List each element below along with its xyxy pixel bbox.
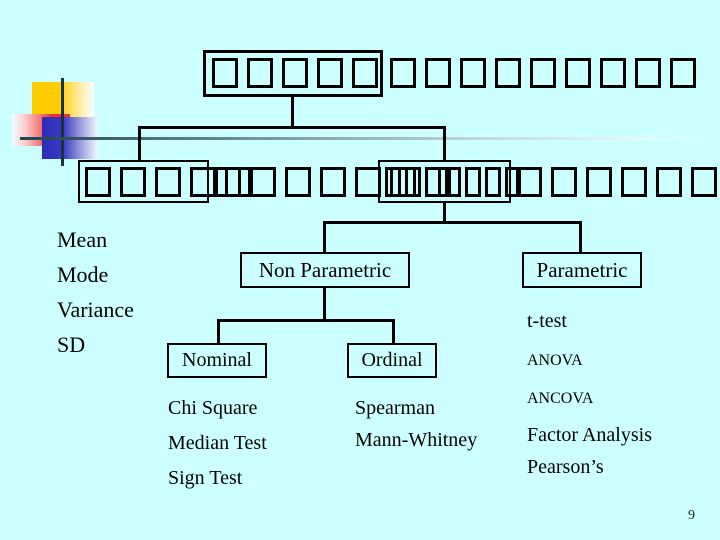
descriptive-stat-sd: SD	[57, 332, 86, 357]
parametric-test-t-test: t-test	[527, 310, 567, 332]
missing-glyph-box	[460, 58, 486, 88]
nominal-test-chi-square: Chi Square	[168, 397, 258, 419]
connector-nominal-drop	[217, 319, 220, 343]
parametric-test-ancova: ANCOVA	[527, 390, 594, 407]
missing-glyph-box	[495, 58, 521, 88]
missing-glyph-box	[670, 58, 696, 88]
missing-glyph-box	[565, 58, 591, 88]
title-trailing-missing-glyph-run	[390, 58, 705, 88]
nominal-label: Nominal	[182, 349, 252, 371]
missing-glyph-box	[385, 167, 401, 197]
missing-glyph-box	[445, 167, 461, 197]
missing-glyph-box	[285, 167, 311, 197]
nominal-box[interactable]: Nominal	[167, 343, 267, 378]
title-box-missing-glyph-run	[212, 58, 387, 88]
connector-level2-bar	[138, 126, 446, 129]
missing-glyph-box	[212, 58, 238, 88]
missing-glyph-box	[250, 167, 276, 197]
missing-glyph-box	[621, 167, 647, 197]
ordinal-label: Ordinal	[361, 349, 423, 371]
missing-glyph-box	[516, 167, 542, 197]
missing-glyph-box	[320, 167, 346, 197]
missing-glyph-box	[691, 167, 717, 197]
level2-right-missing-glyph-run	[385, 167, 525, 197]
connector-ordinal-drop	[392, 319, 395, 343]
connector-level2-right-drop	[443, 126, 446, 161]
connector-title-stem	[291, 97, 294, 126]
descriptive-stat-mode: Mode	[57, 262, 109, 287]
connector-nonparametric-drop	[323, 221, 326, 252]
missing-glyph-box	[530, 58, 556, 88]
missing-glyph-box	[247, 58, 273, 88]
parametric-box[interactable]: Parametric	[522, 252, 642, 288]
missing-glyph-box	[317, 58, 343, 88]
ordinal-test-spearman: Spearman	[355, 397, 435, 419]
descriptive-stat-variance: Variance	[57, 297, 134, 322]
slide-canvas: Mean Mode Variance SD Non Parametric Par…	[0, 0, 720, 540]
connector-nominal-ordinal-bar	[217, 319, 395, 322]
missing-glyph-box	[190, 167, 216, 197]
missing-glyph-box	[635, 58, 661, 88]
missing-glyph-box	[352, 58, 378, 88]
missing-glyph-box	[405, 167, 421, 197]
horizontal-fading-rule	[20, 137, 710, 140]
missing-glyph-box	[656, 167, 682, 197]
non-parametric-box[interactable]: Non Parametric	[240, 252, 410, 288]
missing-glyph-box	[600, 58, 626, 88]
descriptive-stat-mean: Mean	[57, 227, 108, 252]
missing-glyph-box	[485, 167, 501, 197]
missing-glyph-box	[155, 167, 181, 197]
connector-level3-stem	[443, 203, 446, 221]
parametric-test-anova: ANOVA	[527, 352, 583, 369]
parametric-test-pearsons: Pearson’s	[527, 456, 604, 478]
connector-level3-bar	[323, 221, 582, 224]
ordinal-box[interactable]: Ordinal	[347, 343, 437, 378]
missing-glyph-box	[425, 58, 451, 88]
parametric-test-factor-analysis: Factor Analysis	[527, 424, 652, 446]
parametric-label: Parametric	[536, 257, 628, 282]
missing-glyph-box	[465, 167, 481, 197]
nominal-test-sign-test: Sign Test	[168, 467, 243, 489]
connector-parametric-drop	[579, 221, 582, 252]
level2-right-trailing-glyph-run	[516, 167, 720, 197]
connector-level2-left-drop	[138, 126, 141, 161]
missing-glyph-box	[120, 167, 146, 197]
page-number: 9	[688, 508, 695, 523]
connector-nonparametric-stem	[323, 288, 326, 319]
missing-glyph-box	[586, 167, 612, 197]
non-parametric-label: Non Parametric	[258, 257, 392, 282]
missing-glyph-box	[425, 167, 441, 197]
nominal-test-median-test: Median Test	[168, 432, 267, 454]
missing-glyph-box	[215, 167, 241, 197]
missing-glyph-box	[390, 58, 416, 88]
missing-glyph-box	[85, 167, 111, 197]
ordinal-test-mann-whitney: Mann-Whitney	[355, 429, 478, 451]
vertical-accent-rule	[61, 78, 64, 166]
missing-glyph-box	[551, 167, 577, 197]
missing-glyph-box	[282, 58, 308, 88]
